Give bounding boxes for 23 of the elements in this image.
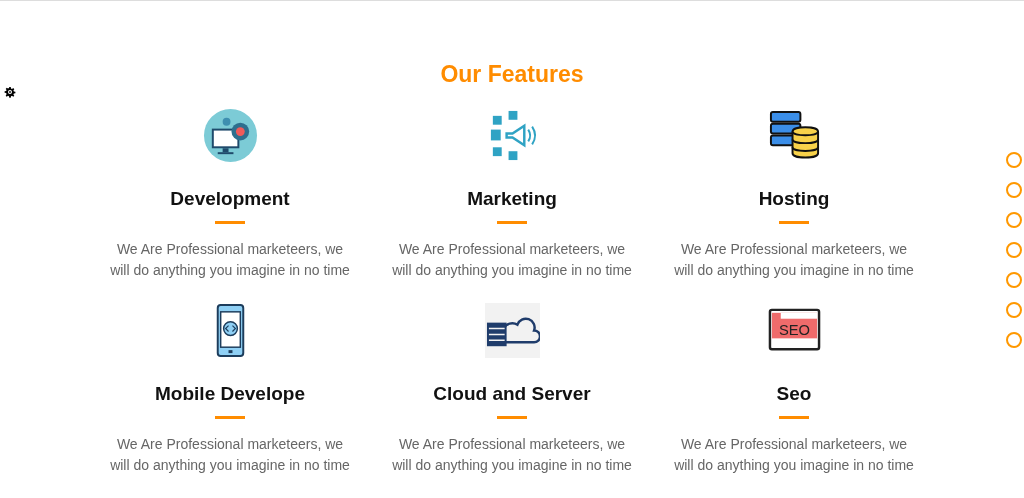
page-dot[interactable] xyxy=(1006,152,1022,168)
feature-description: We Are Professional marketeers, we will do anything you imagine in no time xyxy=(674,240,914,280)
page-dot[interactable] xyxy=(1006,182,1022,198)
feature-description: We Are Professional marketeers, we will do anything you imagine in no time xyxy=(110,435,350,475)
page-dot[interactable] xyxy=(1006,212,1022,228)
page-dot[interactable] xyxy=(1006,272,1022,288)
feature-description: We Are Professional marketeers, we will do anything you imagine in no time xyxy=(110,240,350,280)
feature-title: Mobile Develope xyxy=(155,382,305,406)
feature-description: We Are Professional marketeers, we will do anything you imagine in no time xyxy=(674,435,914,475)
monitor-gear-icon xyxy=(202,107,258,163)
feature-title: Hosting xyxy=(758,187,830,211)
feature-title: Cloud and Server xyxy=(433,382,591,406)
feature-title: Seo xyxy=(776,382,812,406)
feature-description: We Are Professional marketeers, we will do anything you imagine in no time xyxy=(392,240,632,280)
feature-title: Marketing xyxy=(467,187,557,211)
settings-icon[interactable] xyxy=(4,86,16,98)
page-dot[interactable] xyxy=(1006,302,1022,318)
section-title: Our Features xyxy=(439,60,585,88)
cloud-server-icon xyxy=(484,302,540,358)
feature-title: Development xyxy=(170,187,290,211)
feature-description: We Are Professional marketeers, we will do anything you imagine in no time xyxy=(392,435,632,475)
page-dot[interactable] xyxy=(1006,332,1022,348)
page-dot[interactable] xyxy=(1006,242,1022,258)
